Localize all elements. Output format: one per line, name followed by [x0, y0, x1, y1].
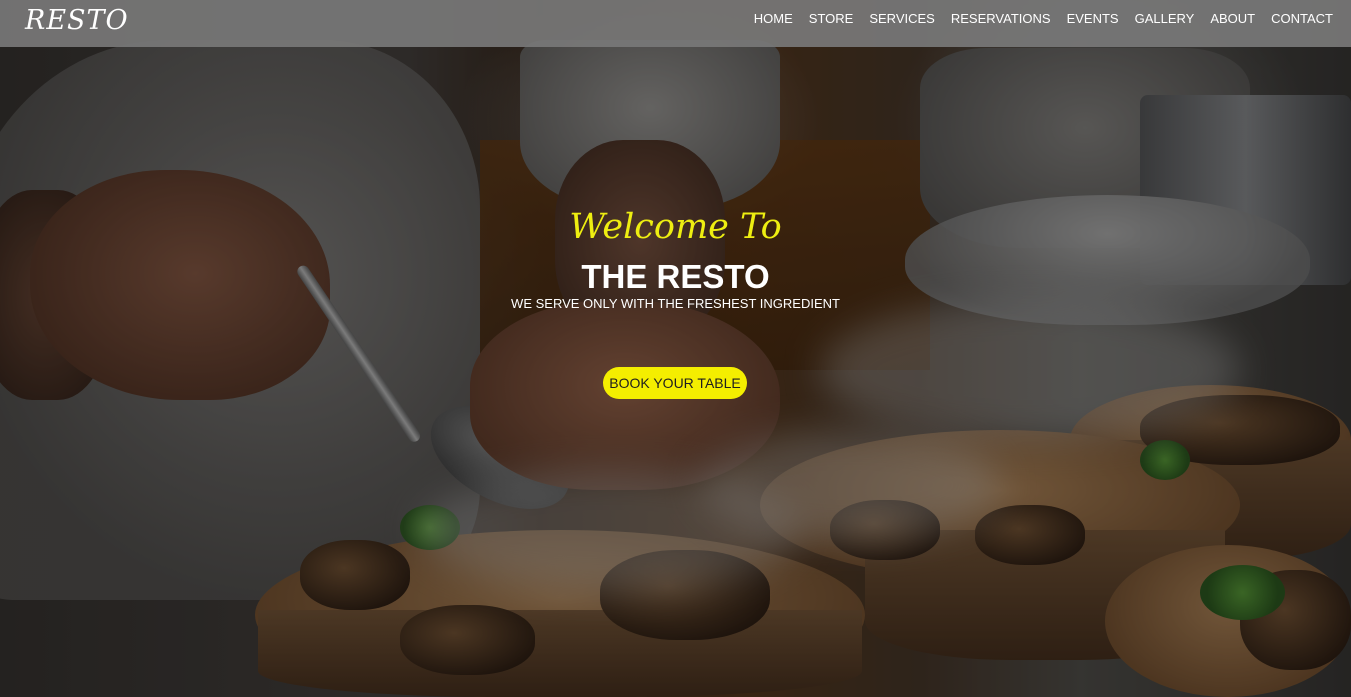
hero-subtitle: WE SERVE ONLY WITH THE FRESHEST INGREDIE… [511, 296, 840, 311]
hero-section: Welcome To THE RESTO WE SERVE ONLY WITH … [0, 0, 1351, 697]
hero-title: THE RESTO [581, 258, 770, 295]
hero-welcome-text: Welcome To [569, 207, 782, 247]
book-table-button[interactable]: BOOK YOUR TABLE [603, 367, 747, 399]
